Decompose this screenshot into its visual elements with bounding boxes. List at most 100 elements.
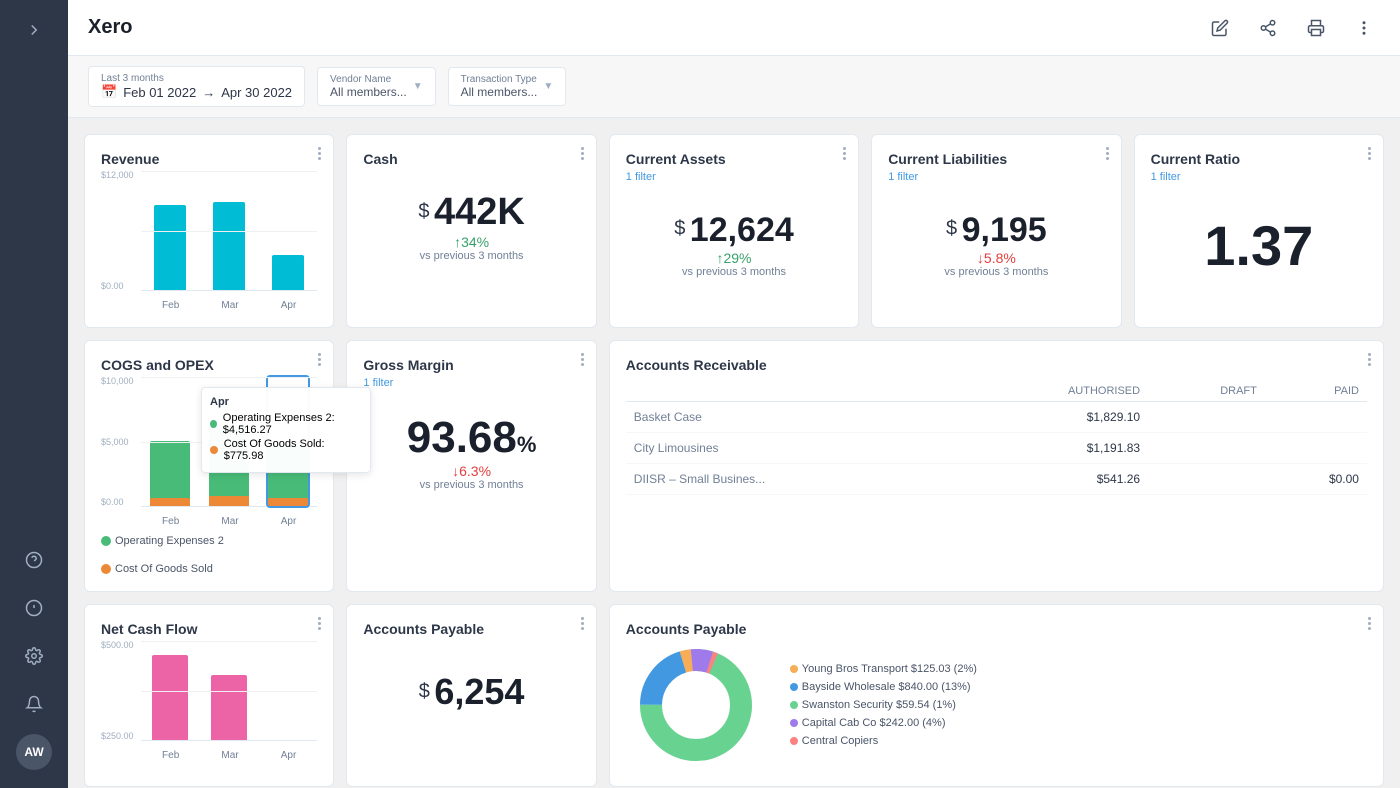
edit-button[interactable] [1204,12,1236,44]
calendar-icon: 📅 [101,84,117,100]
current-ratio-title: Current Ratio [1151,151,1367,167]
vendor-filter-value: All members... [330,85,407,99]
sidebar: AW [0,0,68,788]
gross-margin-change: ↓6.3% [363,463,579,479]
header-actions [1204,12,1380,44]
cash-change: ↑34% [454,234,489,250]
cogs-legend-dot [101,564,111,574]
current-liabilities-currency: $ [946,218,957,240]
current-ratio-filter[interactable]: 1 filter [1151,171,1367,183]
user-avatar[interactable]: AW [16,734,52,770]
gross-margin-value-display: 93.68% ↓6.3% vs previous 3 months [363,397,579,499]
cogs-legend: Operating Expenses 2 Cost Of Goods Sold [101,535,317,575]
ap-chart-menu-button[interactable] [1368,617,1371,630]
current-assets-value-display: $ 12,624 ↑29% vs previous 3 months [626,191,842,286]
ap-small-value-display: $ 6,254 [363,641,579,721]
revenue-x-label-feb: Feb [162,300,179,311]
revenue-x-label-apr: Apr [281,300,297,311]
cogs-legend-label: Cost Of Goods Sold [115,563,213,575]
revenue-y-label-low: $0.00 [101,282,134,291]
ar-col-draft: DRAFT [1148,381,1265,402]
ar-col-authorised: AUTHORISED [953,381,1148,402]
current-assets-title: Current Assets [626,151,842,167]
current-assets-vs-text: vs previous 3 months [682,266,786,278]
current-assets-amount: 12,624 [690,211,794,249]
net-cash-flow-menu-button[interactable] [318,617,321,630]
ar-row1-paid [1265,402,1367,433]
print-button[interactable] [1300,12,1332,44]
legend-bayside-dot [790,683,798,691]
cash-menu-button[interactable] [581,147,584,160]
date-filter[interactable]: Last 3 months 📅 Feb 01 2022 → Apr 30 202… [88,66,305,107]
ncf-bar-mar [211,675,247,740]
ap-small-menu-button[interactable] [581,617,584,630]
revenue-bar-mar [213,202,245,290]
sidebar-toggle-button[interactable] [16,12,52,48]
table-row: Basket Case $1,829.10 [626,402,1367,433]
ar-row2-name: City Limousines [626,433,953,464]
sidebar-settings-icon[interactable] [16,638,52,674]
ar-row2-paid [1265,433,1367,464]
sidebar-bell-icon[interactable] [16,686,52,722]
dashboard: Revenue $12,000 $0.00 [68,118,1400,788]
ar-row1-draft [1148,402,1265,433]
cogs-tooltip: Apr Operating Expenses 2: $4,516.27 Cost… [201,387,371,473]
legend-central-copiers-dot [790,737,798,745]
cogs-tooltip-cogs: Cost Of Goods Sold: $775.98 [210,438,362,462]
current-liabilities-title: Current Liabilities [888,151,1104,167]
accounts-receivable-title: Accounts Receivable [626,357,1367,373]
ap-donut-chart [626,645,766,770]
revenue-card: Revenue $12,000 $0.00 [84,134,334,328]
net-cash-flow-title: Net Cash Flow [101,621,317,637]
current-liabilities-menu-button[interactable] [1106,147,1109,160]
app-header: Xero [68,0,1400,56]
cash-currency: $ [418,201,429,223]
legend-bayside-label: Bayside Wholesale $840.00 (13%) [802,681,971,693]
revenue-y-label-high: $12,000 [101,171,134,180]
table-row: City Limousines $1,191.83 [626,433,1367,464]
accounts-payable-small-card: Accounts Payable $ 6,254 [346,604,596,787]
current-liabilities-amount: 9,195 [962,211,1047,249]
revenue-bar-apr [272,255,304,290]
gross-margin-menu-button[interactable] [581,353,584,366]
ar-row2-draft [1148,433,1265,464]
current-liabilities-change: ↓5.8% [977,250,1016,266]
legend-young-bros-dot [790,665,798,673]
share-button[interactable] [1252,12,1284,44]
revenue-menu-button[interactable] [318,147,321,160]
cogs-x-label-feb: Feb [162,516,179,527]
sidebar-palette-icon[interactable] [16,590,52,626]
cogs-y-label-mid: $5,000 [101,438,134,447]
ar-row3-paid: $0.00 [1265,464,1367,495]
legend-capital-cab-label: Capital Cab Co $242.00 (4%) [802,717,946,729]
cash-title: Cash [363,151,579,167]
cogs-x-label-mar: Mar [221,516,238,527]
more-button[interactable] [1348,12,1380,44]
ncf-x-label-feb: Feb [162,750,179,761]
cogs-menu-button[interactable] [318,353,321,366]
current-liabilities-filter[interactable]: 1 filter [888,171,1104,183]
vendor-filter[interactable]: Vendor Name All members... ▼ [317,67,436,106]
accounts-receivable-menu-button[interactable] [1368,353,1371,366]
ncf-bar-feb [152,655,188,740]
ar-row1-name: Basket Case [626,402,953,433]
ncf-y-label-mid: $250.00 [101,732,134,741]
transaction-chevron-icon: ▼ [543,81,553,92]
cogs-card: COGS and OPEX Apr Operating Expenses 2: … [84,340,334,592]
ar-row3-authorised: $541.26 [953,464,1148,495]
ar-col-paid: PAID [1265,381,1367,402]
gross-margin-title: Gross Margin [363,357,579,373]
gross-margin-filter[interactable]: 1 filter [363,377,579,389]
ar-row2-authorised: $1,191.83 [953,433,1148,464]
transaction-filter[interactable]: Transaction Type All members... ▼ [448,67,567,106]
current-assets-menu-button[interactable] [843,147,846,160]
cash-amount: 442K [434,191,525,233]
revenue-title: Revenue [101,151,317,167]
current-ratio-menu-button[interactable] [1368,147,1371,160]
sidebar-help-icon[interactable] [16,542,52,578]
gross-margin-suffix: % [517,432,537,457]
date-filter-label: Last 3 months [101,73,292,84]
table-row: DIISR – Small Busines... $541.26 $0.00 [626,464,1367,495]
ap-small-amount: 6,254 [434,671,524,712]
current-assets-filter[interactable]: 1 filter [626,171,842,183]
